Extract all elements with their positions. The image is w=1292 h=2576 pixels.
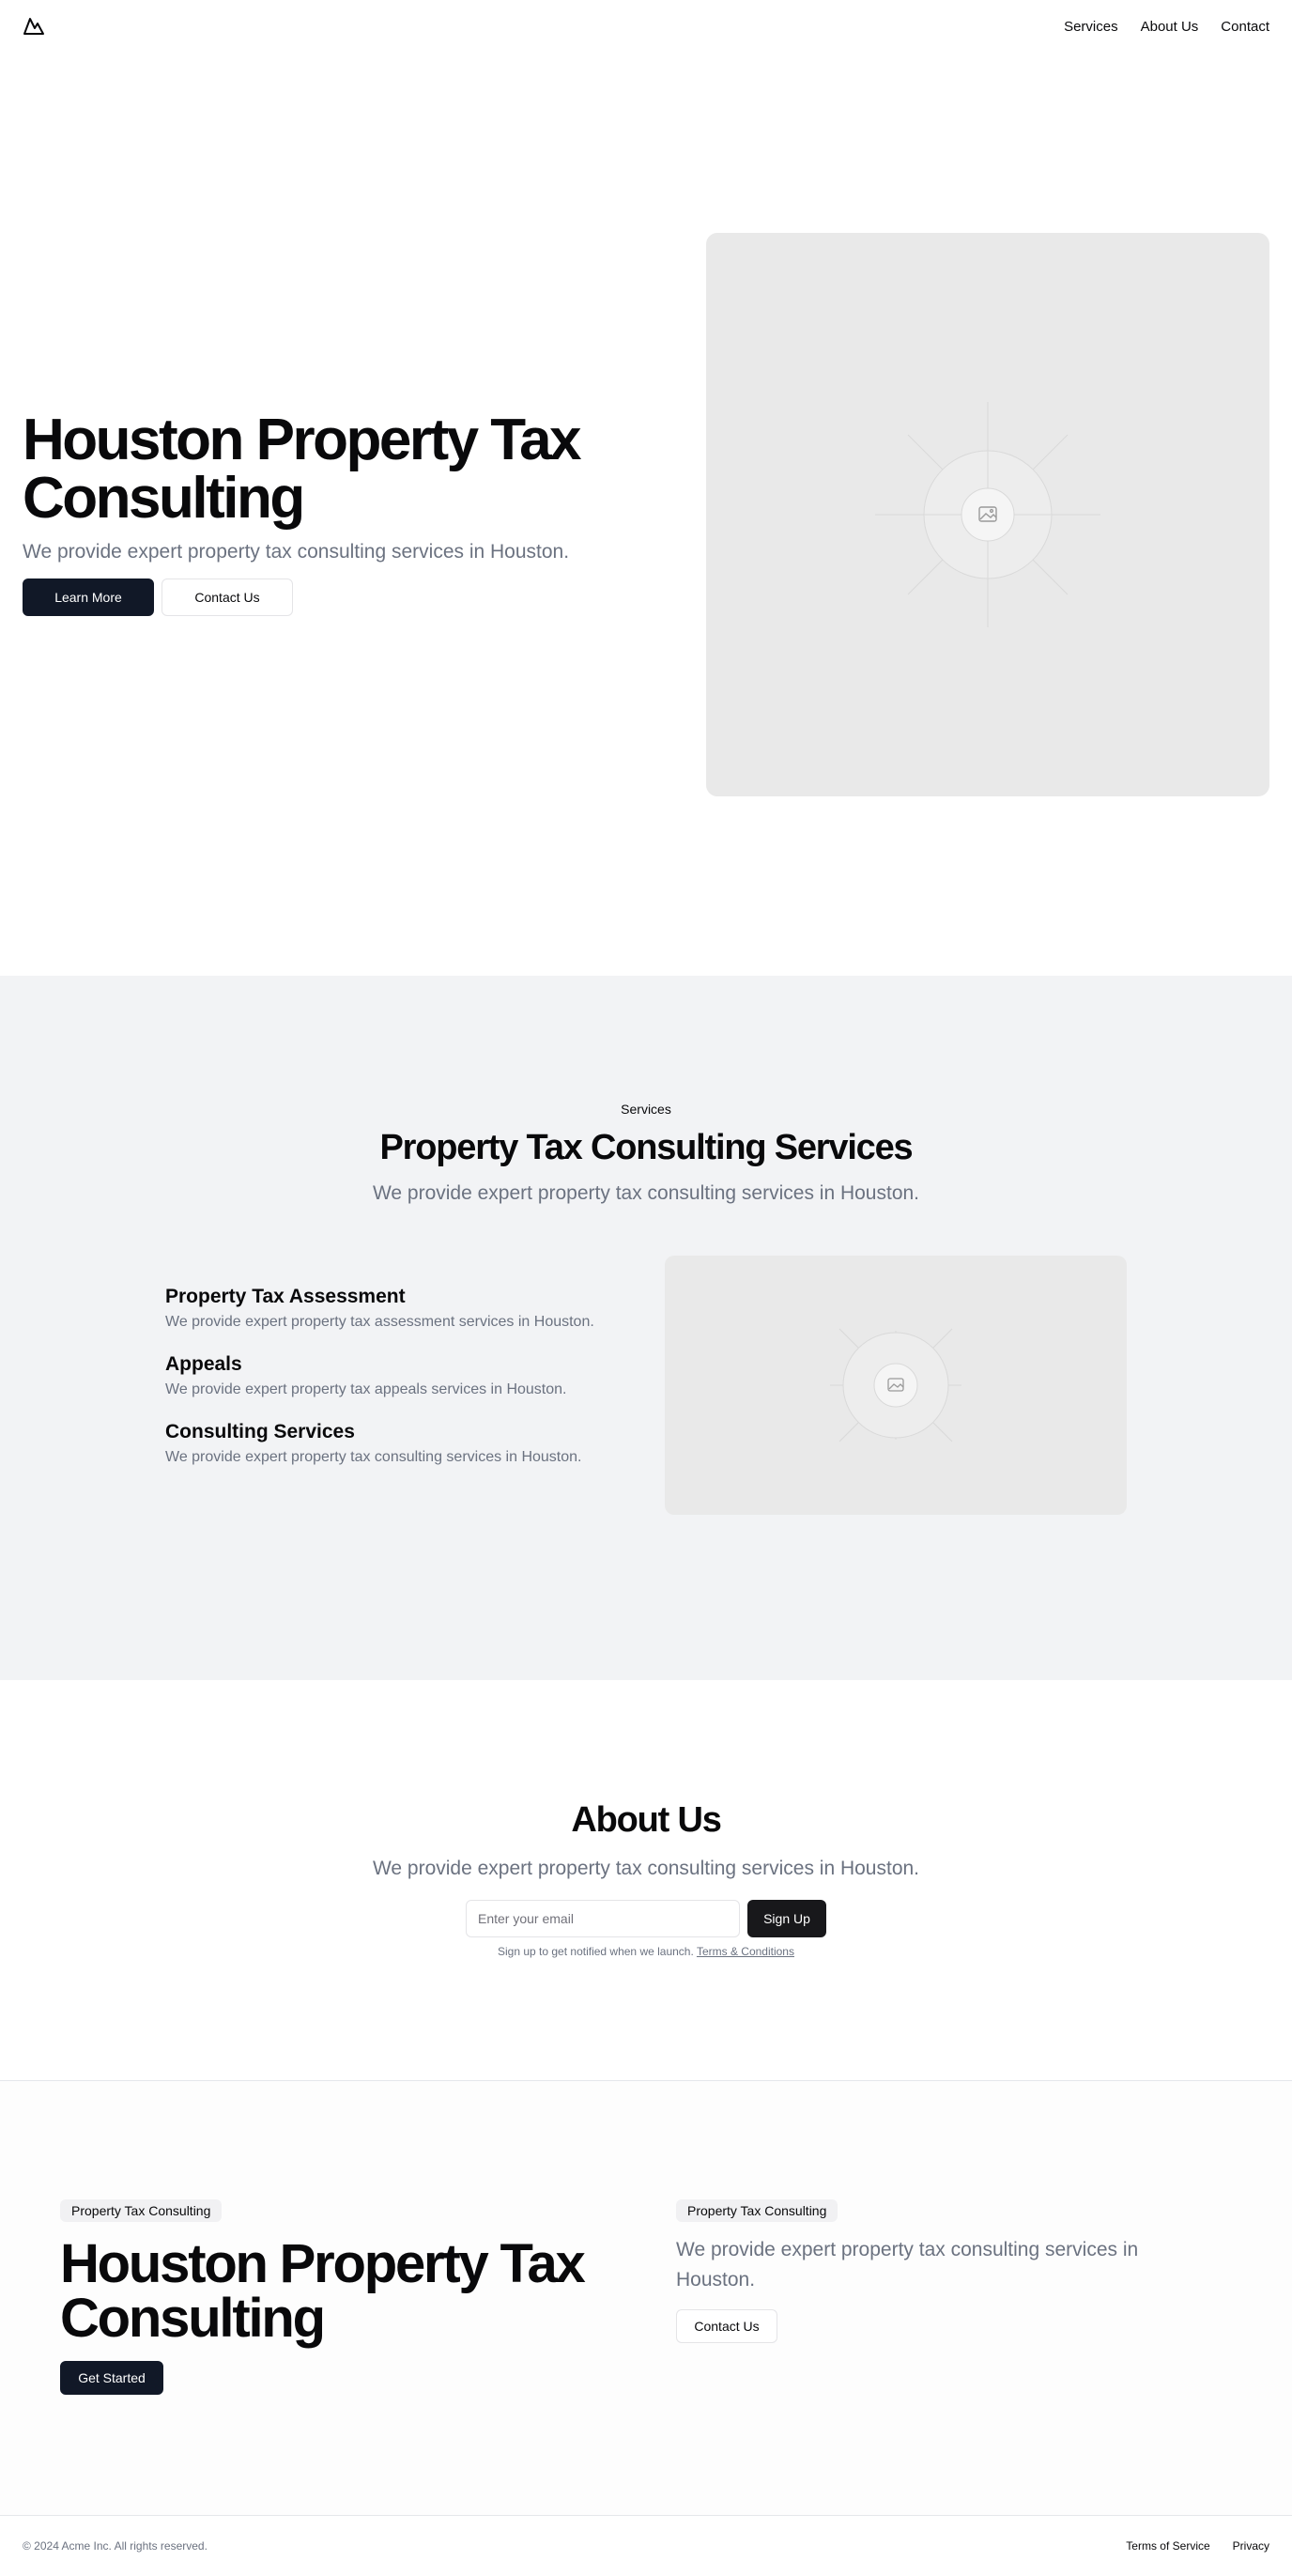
signup-form: Sign Up [466, 1900, 826, 1937]
hero-subtitle: We provide expert property tax consultin… [23, 541, 570, 563]
services-section: Services Property Tax Consulting Service… [0, 976, 1292, 1680]
hero-image-placeholder [706, 233, 1269, 796]
cta-subtitle: We provide expert property tax consultin… [676, 2239, 1139, 2291]
terms-link[interactable]: Terms & Conditions [697, 1945, 794, 1958]
contact-us-button[interactable]: Contact Us [676, 2309, 777, 2343]
cta-title: Houston Property Tax Consulting [60, 2233, 586, 2349]
contact-us-button[interactable]: Contact Us [162, 578, 293, 616]
services-image-placeholder [665, 1256, 1127, 1515]
feature-description: We provide expert property tax appeals s… [165, 1381, 567, 1397]
cta-left: Property Tax Consulting Houston Property… [60, 2199, 642, 2395]
about-title: About Us [571, 1800, 721, 1840]
services-feature-list: Property Tax Assessment We provide exper… [165, 1286, 654, 1489]
feature-item: Property Tax Assessment We provide exper… [165, 1286, 654, 1331]
image-placeholder-icon [875, 402, 1100, 627]
site-header: Services About Us Contact [0, 0, 1292, 53]
nav-link-contact[interactable]: Contact [1221, 19, 1269, 35]
hero-content: Houston Property Tax Consulting We provi… [23, 411, 661, 616]
hero-button-row: Learn More Contact Us [23, 578, 661, 616]
terms-of-service-link[interactable]: Terms of Service [1126, 2539, 1209, 2553]
main-nav: Services About Us Contact [1064, 19, 1269, 35]
mountain-icon[interactable] [23, 15, 45, 38]
footer-links: Terms of Service Privacy [1126, 2539, 1269, 2553]
feature-item: Appeals We provide expert property tax a… [165, 1353, 654, 1398]
cta-section: Property Tax Consulting Houston Property… [0, 2081, 1292, 2515]
feature-description: We provide expert property tax consultin… [165, 1449, 582, 1465]
cta-badge: Property Tax Consulting [60, 2199, 223, 2222]
services-eyebrow: Services [621, 1102, 671, 1117]
cta-badge: Property Tax Consulting [676, 2199, 838, 2222]
fine-print-text: Sign up to get notified when we launch. [498, 1945, 694, 1958]
cta-left-button-row: Get Started [60, 2361, 642, 2395]
services-subtitle: We provide expert property tax consultin… [372, 1182, 920, 1204]
feature-title: Property Tax Assessment [165, 1286, 406, 1307]
privacy-link[interactable]: Privacy [1233, 2539, 1269, 2553]
get-started-button[interactable]: Get Started [60, 2361, 163, 2395]
image-placeholder-icon [830, 1328, 961, 1442]
cta-right-button-row: Contact Us [676, 2309, 1202, 2343]
nav-link-about-us[interactable]: About Us [1141, 19, 1199, 35]
feature-item: Consulting Services We provide expert pr… [165, 1421, 654, 1466]
copyright-text: © 2024 Acme Inc. All rights reserved. [23, 2539, 208, 2553]
about-section: About Us We provide expert property tax … [0, 1680, 1292, 2080]
signup-fine-print: Sign up to get notified when we launch. … [0, 1945, 1292, 1958]
email-input[interactable] [466, 1900, 740, 1937]
feature-title: Appeals [165, 1353, 242, 1375]
site-footer: © 2024 Acme Inc. All rights reserved. Te… [0, 2515, 1292, 2576]
sign-up-button[interactable]: Sign Up [747, 1900, 826, 1937]
feature-title: Consulting Services [165, 1421, 355, 1442]
hero-section: Houston Property Tax Consulting We provi… [0, 53, 1292, 976]
cta-right: Property Tax Consulting We provide exper… [676, 2199, 1202, 2343]
hero-title: Houston Property Tax Consulting [23, 408, 582, 531]
about-subtitle: We provide expert property tax consultin… [372, 1858, 920, 1879]
services-title: Property Tax Consulting Services [379, 1128, 914, 1167]
feature-description: We provide expert property tax assessmen… [165, 1314, 594, 1330]
nav-link-services[interactable]: Services [1064, 19, 1118, 35]
learn-more-button[interactable]: Learn More [23, 578, 154, 616]
